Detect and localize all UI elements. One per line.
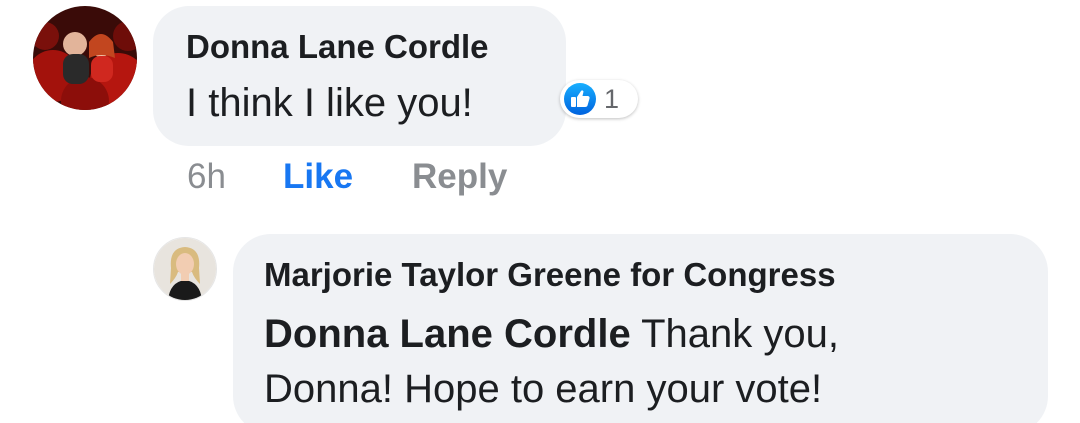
reaction-count: 1 (604, 84, 620, 114)
avatar-image (154, 238, 216, 300)
reply-avatar[interactable] (153, 237, 217, 301)
comment-thread: Donna Lane Cordle I think I like you! 1 … (0, 0, 1080, 423)
avatar-image (33, 6, 137, 110)
avatar[interactable] (33, 6, 137, 110)
comment-author[interactable]: Donna Lane Cordle (186, 28, 489, 66)
mention-link[interactable]: Donna Lane Cordle (264, 312, 631, 356)
reply-text-line-2: Donna! Hope to earn your vote! (264, 367, 823, 411)
reply-text: Thank you, (630, 312, 839, 356)
like-icon (564, 83, 596, 115)
reply-button[interactable]: Reply (412, 157, 507, 197)
reply-author[interactable]: Marjorie Taylor Greene for Congress (264, 256, 836, 294)
timestamp[interactable]: 6h (187, 157, 226, 197)
comment-text: I think I like you! (186, 81, 473, 125)
reply-text-line-1: Donna Lane Cordle Thank you, (264, 312, 839, 357)
comment-bubble: Donna Lane Cordle I think I like you! (153, 6, 566, 146)
reply-bubble: Marjorie Taylor Greene for Congress Donn… (233, 234, 1048, 423)
like-button[interactable]: Like (283, 157, 353, 197)
reaction-summary[interactable]: 1 (560, 80, 638, 118)
